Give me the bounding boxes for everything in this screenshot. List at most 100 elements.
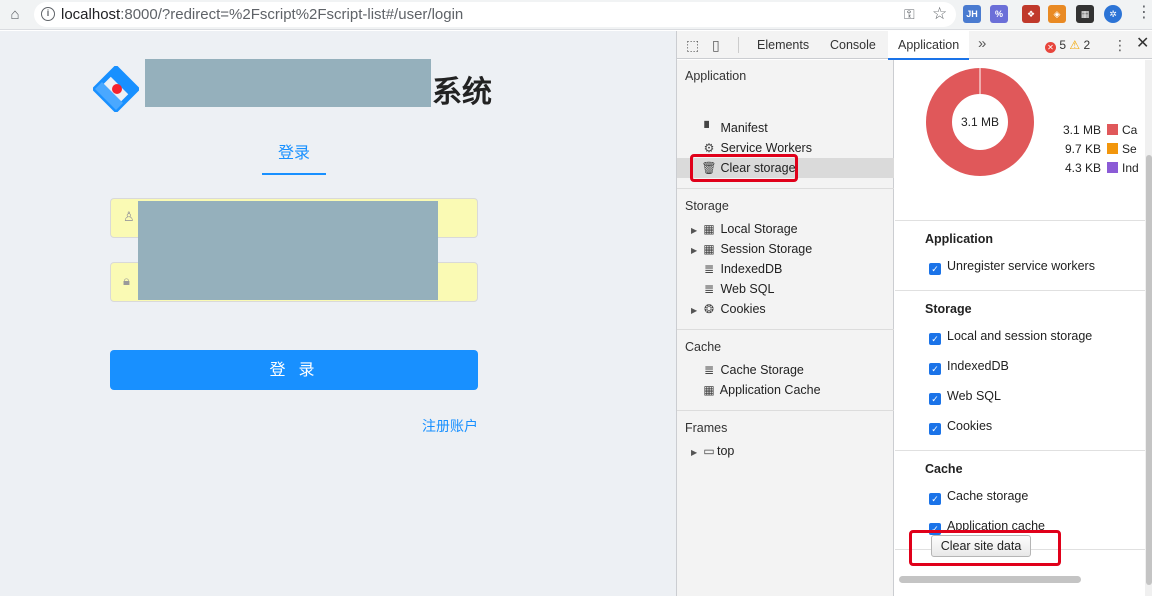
toolbar-divider: [738, 37, 739, 53]
checkmark-icon[interactable]: ✓: [929, 363, 941, 375]
url-text[interactable]: localhost:8000/?redirect=%2Fscript%2Fscr…: [61, 6, 463, 23]
extension-red-icon[interactable]: ❖: [1022, 5, 1040, 23]
address-bar[interactable]: i localhost:8000/?redirect=%2Fscript%2Fs…: [34, 2, 956, 27]
devtools-toolbar: ⬚ ▯ Elements Console Application » ✕ 5 ⚠…: [677, 31, 1152, 60]
divider: [895, 290, 1145, 291]
checkbox-web-sql[interactable]: ✓ Web SQL: [929, 389, 1001, 405]
clear-section-storage: Storage: [925, 302, 972, 316]
extension-jh-icon[interactable]: JH: [963, 5, 981, 23]
checkbox-cookies[interactable]: ✓ Cookies: [929, 419, 992, 435]
devtools-menu-icon[interactable]: ⋮: [1113, 37, 1127, 53]
sidebar-item-label: Web SQL: [720, 282, 775, 296]
more-tabs-icon[interactable]: »: [978, 36, 986, 52]
warning-icon: ⚠: [1069, 38, 1081, 52]
lock-icon: 🔒︎: [123, 273, 130, 288]
sidebar-section-storage: Storage: [685, 199, 729, 213]
grid-icon: ▦: [703, 383, 715, 397]
sidebar-item-label: Manifest: [720, 121, 768, 135]
grid-icon: ▦: [703, 242, 715, 256]
checkbox-label: IndexedDB: [947, 359, 1009, 373]
inspect-element-icon[interactable]: ⬚: [686, 37, 699, 53]
issue-counts[interactable]: ✕ 5 ⚠ 2: [1045, 38, 1090, 53]
cookie-icon: ❂: [703, 302, 715, 316]
legend-service-workers: 9.7 KB Se: [1045, 142, 1152, 160]
extension-orange-icon[interactable]: ◈: [1048, 5, 1066, 23]
close-icon[interactable]: ✕: [1136, 36, 1149, 52]
database-icon: ≣: [703, 262, 715, 276]
checkmark-icon[interactable]: ✓: [929, 263, 941, 275]
sidebar-item-manifest[interactable]: ▘ Manifest: [701, 118, 768, 138]
bookmark-star-icon[interactable]: ☆: [932, 4, 947, 24]
sidebar-item-indexeddb[interactable]: ≣ IndexedDB: [701, 259, 782, 279]
extension-label: %: [994, 9, 1003, 19]
usage-donut-chart: 3.1 MB: [926, 68, 1034, 176]
expand-arrow-icon[interactable]: ▶: [691, 443, 701, 463]
checkbox-unregister-service-workers[interactable]: ✓ Unregister service workers: [929, 259, 1095, 275]
key-icon[interactable]: ⚿: [904, 6, 915, 23]
extension-qrcode-icon[interactable]: ▦: [1076, 5, 1094, 23]
checkmark-icon[interactable]: ✓: [929, 493, 941, 505]
legend-indexeddb: 4.3 KB Ind: [1045, 161, 1152, 179]
sidebar-item-cache-storage[interactable]: ≣ Cache Storage: [701, 360, 804, 380]
vertical-scrollbar-track[interactable]: [1145, 60, 1152, 596]
clear-section-application: Application: [925, 232, 994, 246]
error-icon: ✕: [1045, 42, 1056, 53]
vertical-scrollbar-thumb[interactable]: [1146, 155, 1152, 585]
clear-section-cache: Cache: [925, 462, 963, 476]
legend-cache: 3.1 MB Ca: [1045, 123, 1152, 141]
sidebar-item-label: Cookies: [720, 302, 766, 316]
legend-size: 3.1 MB: [1062, 123, 1101, 137]
sidebar-item-label: Service Workers: [720, 141, 812, 155]
sidebar-item-label: Session Storage: [720, 242, 813, 256]
sidebar-section-application: Application: [685, 69, 747, 83]
info-icon[interactable]: i: [41, 7, 55, 21]
tab-console[interactable]: Console: [820, 31, 886, 59]
sidebar-item-session-storage[interactable]: ▶ ▦ Session Storage: [691, 239, 812, 259]
legend-label: Ca: [1122, 123, 1138, 137]
checkmark-icon[interactable]: ✓: [929, 333, 941, 345]
extension-percent-icon[interactable]: %: [990, 5, 1008, 23]
tab-application[interactable]: Application: [888, 31, 970, 60]
tab-elements[interactable]: Elements: [747, 31, 819, 59]
sidebar-item-label: Cache Storage: [720, 363, 804, 377]
sidebar-item-local-storage[interactable]: ▶ ▦ Local Storage: [691, 219, 798, 239]
expand-arrow-icon[interactable]: ▶: [691, 241, 701, 261]
checkbox-label: Local and session storage: [947, 329, 1093, 343]
checkbox-local-session-storage[interactable]: ✓ Local and session storage: [929, 329, 1092, 345]
checkbox-cache-storage[interactable]: ✓ Cache storage: [929, 489, 1028, 505]
extension-label: ✲: [1109, 9, 1117, 19]
logo-icon: [93, 66, 139, 112]
tab-account-login[interactable]: 登录: [262, 141, 326, 175]
checkbox-label: Cache storage: [947, 489, 1029, 503]
checkmark-icon[interactable]: ✓: [929, 423, 941, 435]
legend-label: Se: [1122, 142, 1137, 156]
extension-blue-icon[interactable]: ✲: [1104, 5, 1122, 23]
credentials-redaction: [138, 201, 438, 300]
checkbox-label: Web SQL: [947, 389, 1001, 403]
sidebar-item-cookies[interactable]: ▶ ❂ Cookies: [691, 299, 766, 319]
checkbox-indexeddb[interactable]: ✓ IndexedDB: [929, 359, 1009, 375]
sidebar-item-application-cache[interactable]: ▦ Application Cache: [701, 380, 821, 400]
home-icon[interactable]: ⌂: [6, 6, 24, 24]
usage-total: 3.1 MB: [961, 115, 999, 129]
expand-arrow-icon[interactable]: ▶: [691, 221, 701, 241]
expand-arrow-icon[interactable]: ▶: [691, 301, 701, 321]
database-icon: ≣: [703, 363, 715, 377]
checkmark-icon[interactable]: ✓: [929, 393, 941, 405]
sidebar-item-label: Application Cache: [719, 383, 821, 397]
divider: [677, 410, 894, 411]
sidebar-item-frame-top[interactable]: ▶ ▭ top: [691, 441, 734, 461]
grid-icon: ▦: [703, 222, 715, 236]
highlight-box-clear-storage: [690, 154, 798, 182]
horizontal-scrollbar[interactable]: [899, 576, 1081, 583]
warning-count: 2: [1083, 38, 1091, 52]
extension-label: ◈: [1053, 9, 1061, 19]
login-button[interactable]: 登 录: [110, 350, 478, 390]
divider: [895, 220, 1145, 221]
frame-icon: ▭: [703, 444, 715, 458]
register-link[interactable]: 注册账户: [422, 416, 478, 436]
checkbox-label: Cookies: [947, 419, 993, 433]
device-toolbar-icon[interactable]: ▯: [712, 37, 720, 53]
sidebar-item-web-sql[interactable]: ≣ Web SQL: [701, 279, 774, 299]
chrome-menu-icon[interactable]: ⋮: [1136, 5, 1152, 21]
